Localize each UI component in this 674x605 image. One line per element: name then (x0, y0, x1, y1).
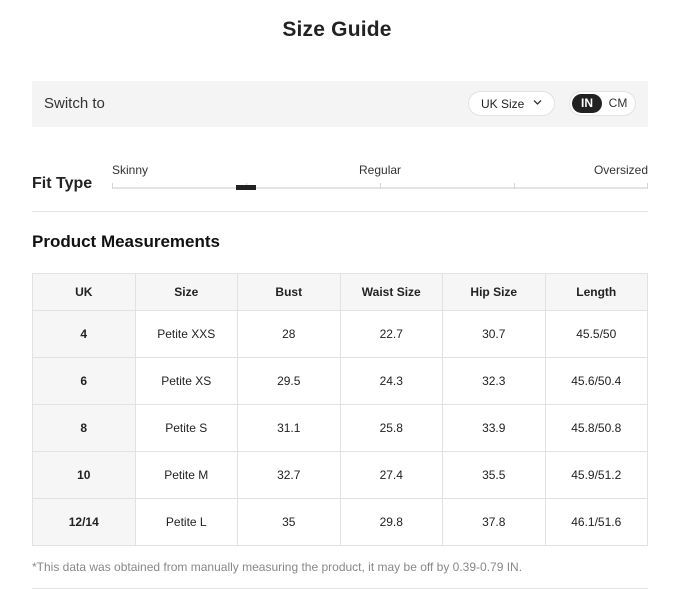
fit-scale-marker (236, 185, 256, 190)
unit-toggle: IN CM (569, 91, 636, 116)
cell-hip: 35.5 (442, 451, 546, 499)
table-header-row: UK Size Bust Waist Size Hip Size Length (32, 273, 648, 311)
cell-length: 45.6/50.4 (544, 357, 648, 405)
cell-uk: 12/14 (32, 498, 136, 546)
cell-size: Petite L (134, 498, 238, 546)
cell-waist: 22.7 (339, 310, 443, 358)
size-system-value: UK Size (481, 97, 525, 111)
column-header-waist: Waist Size (339, 273, 443, 311)
cell-uk: 4 (32, 310, 136, 358)
fit-scale-tick (647, 183, 648, 189)
cell-waist: 24.3 (339, 357, 443, 405)
cell-bust: 29.5 (237, 357, 341, 405)
measurement-disclaimer: *This data was obtained from manually me… (32, 560, 523, 574)
chevron-down-icon (533, 100, 542, 105)
switch-label: Switch to (44, 95, 105, 112)
cell-size: Petite S (134, 404, 238, 452)
cell-bust: 28 (237, 310, 341, 358)
column-header-bust: Bust (237, 273, 341, 311)
cell-hip: 32.3 (442, 357, 546, 405)
table-row: 10 Petite M 32.7 27.4 35.5 45.9/51.2 (32, 451, 648, 499)
divider (32, 211, 648, 212)
product-measurements-title: Product Measurements (32, 232, 220, 251)
table-row: 12/14 Petite L 35 29.8 37.8 46.1/51.6 (32, 498, 648, 546)
cell-uk: 10 (32, 451, 136, 499)
cell-size: Petite M (134, 451, 238, 499)
cell-hip: 37.8 (442, 498, 546, 546)
unit-in-button[interactable]: IN (572, 94, 602, 113)
cell-waist: 29.8 (339, 498, 443, 546)
column-header-length: Length (544, 273, 648, 311)
cell-length: 45.9/51.2 (544, 451, 648, 499)
column-header-hip: Hip Size (442, 273, 546, 311)
cell-hip: 30.7 (442, 310, 546, 358)
fit-scale-tick (514, 183, 515, 189)
fit-type-label: Fit Type (32, 175, 93, 192)
cell-uk: 8 (32, 404, 136, 452)
table-row: 4 Petite XXS 28 22.7 30.7 45.5/50 (32, 310, 648, 358)
column-header-size: Size (134, 273, 238, 311)
cell-length: 46.1/51.6 (544, 498, 648, 546)
cell-size: Petite XS (134, 357, 238, 405)
fit-option-regular: Regular (359, 163, 402, 177)
cell-length: 45.5/50 (544, 310, 648, 358)
page-title: Size Guide (282, 18, 392, 41)
measurements-table: UK Size Bust Waist Size Hip Size Length … (32, 273, 648, 546)
fit-scale-tick (112, 183, 113, 189)
unit-cm-button[interactable]: CM (604, 94, 632, 113)
fit-scale-tick (380, 183, 381, 189)
fit-option-oversized: Oversized (593, 163, 648, 177)
cell-bust: 31.1 (237, 404, 341, 452)
cell-waist: 27.4 (339, 451, 443, 499)
table-row: 8 Petite S 31.1 25.8 33.9 45.8/50.8 (32, 404, 648, 452)
cell-bust: 35 (237, 498, 341, 546)
cell-bust: 32.7 (237, 451, 341, 499)
divider (32, 588, 648, 589)
fit-option-skinny: Skinny (112, 163, 149, 177)
cell-size: Petite XXS (134, 310, 238, 358)
size-system-select[interactable]: UK Size (468, 91, 555, 116)
cell-waist: 25.8 (339, 404, 443, 452)
cell-hip: 33.9 (442, 404, 546, 452)
cell-length: 45.8/50.8 (544, 404, 648, 452)
switch-bar: Switch to UK Size IN CM (32, 81, 648, 127)
column-header-uk: UK (32, 273, 136, 311)
cell-uk: 6 (32, 357, 136, 405)
table-row: 6 Petite XS 29.5 24.3 32.3 45.6/50.4 (32, 357, 648, 405)
